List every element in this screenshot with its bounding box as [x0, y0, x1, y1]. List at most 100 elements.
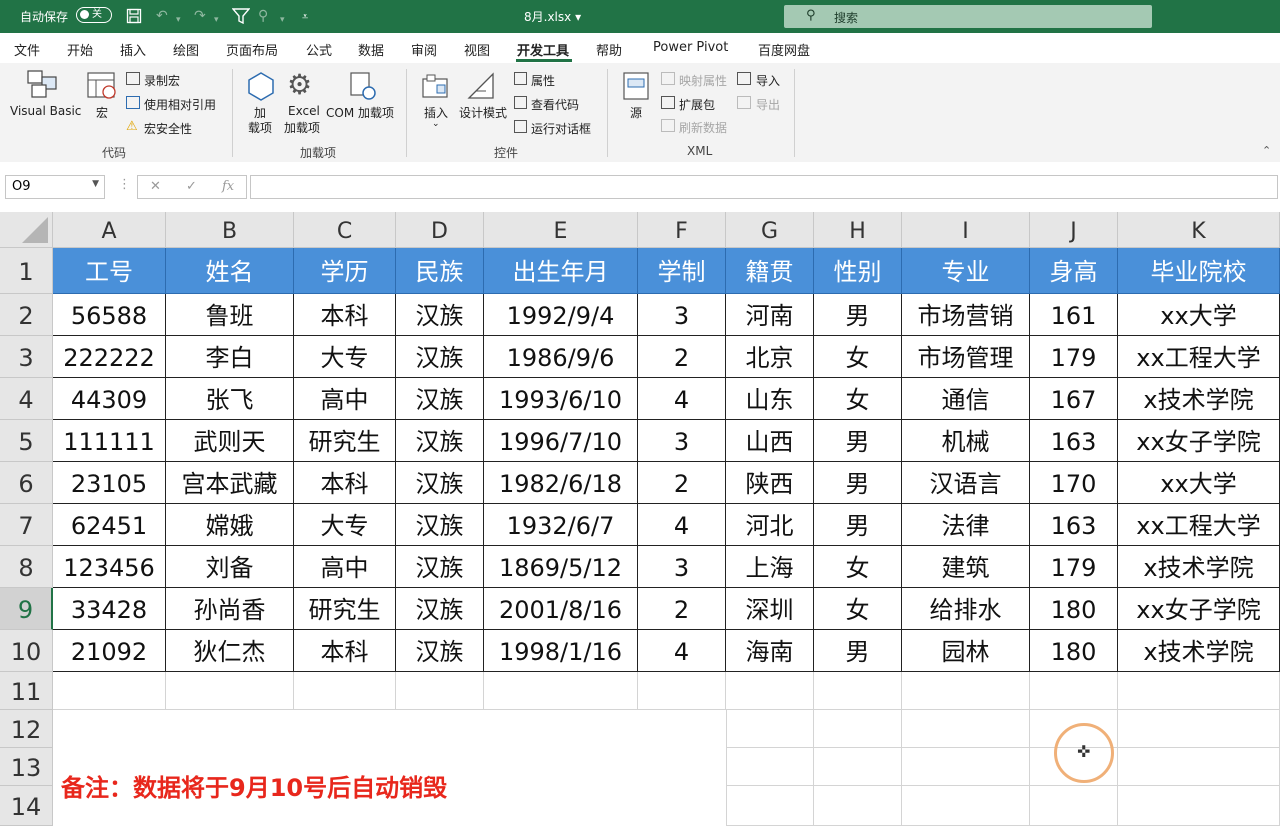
column-header-h[interactable]: H [814, 212, 902, 248]
column-header-i[interactable]: I [902, 212, 1030, 248]
row-header-4[interactable]: 4 [0, 378, 53, 420]
cell-f1[interactable]: 学制 [638, 248, 726, 294]
record-macro-button[interactable]: 录制宏 [144, 72, 180, 89]
row-header-3[interactable]: 3 [0, 336, 53, 378]
cell-k3[interactable]: xx工程大学 [1118, 336, 1280, 378]
cell-j10[interactable]: 180 [1030, 630, 1118, 672]
cell-g3[interactable]: 北京 [726, 336, 814, 378]
tab-draw[interactable]: 绘图 [173, 40, 199, 59]
row-header-1[interactable]: 1 [0, 248, 53, 294]
column-header-j[interactable]: J [1030, 212, 1118, 248]
row-header-6[interactable]: 6 [0, 462, 53, 504]
column-header-a[interactable]: A [53, 212, 166, 248]
cell-e6[interactable]: 1982/6/18 [484, 462, 638, 504]
cell-b8[interactable]: 刘备 [166, 546, 294, 588]
cell-h1[interactable]: 性别 [814, 248, 902, 294]
cell-d6[interactable]: 汉族 [396, 462, 484, 504]
run-dialog-button[interactable]: 运行对话框 [531, 120, 591, 137]
cell-h6[interactable]: 男 [814, 462, 902, 504]
cell-c11[interactable] [294, 672, 396, 710]
cell-d2[interactable]: 汉族 [396, 294, 484, 336]
cell-k10[interactable]: x技术学院 [1118, 630, 1280, 672]
note-cell[interactable]: 备注：数据将于9月10号后自动销毁 [53, 710, 727, 826]
cell-c9[interactable]: 研究生 [294, 588, 396, 630]
cell-c7[interactable]: 大专 [294, 504, 396, 546]
format-dropdown-icon[interactable]: ▾ [280, 12, 285, 28]
cell-h2[interactable]: 男 [814, 294, 902, 336]
tab-developer[interactable]: 开发工具 [517, 40, 569, 59]
cell-k4[interactable]: x技术学院 [1118, 378, 1280, 420]
cell-a1[interactable]: 工号 [53, 248, 166, 294]
cell-a5[interactable]: 111111 [53, 420, 166, 462]
column-header-g[interactable]: G [726, 212, 814, 248]
cell-h4[interactable]: 女 [814, 378, 902, 420]
cell-b6[interactable]: 宫本武藏 [166, 462, 294, 504]
cell-c2[interactable]: 本科 [294, 294, 396, 336]
cell-f6[interactable]: 2 [638, 462, 726, 504]
cell-a9[interactable]: 33428 [53, 588, 166, 630]
cell-a7[interactable]: 62451 [53, 504, 166, 546]
cell-b2[interactable]: 鲁班 [166, 294, 294, 336]
cell-f11[interactable] [638, 672, 726, 710]
cell-f5[interactable]: 3 [638, 420, 726, 462]
cell-j6[interactable]: 170 [1030, 462, 1118, 504]
cell-b11[interactable] [166, 672, 294, 710]
tab-view[interactable]: 视图 [464, 40, 490, 59]
cell-e4[interactable]: 1993/6/10 [484, 378, 638, 420]
cell-k6[interactable]: xx大学 [1118, 462, 1280, 504]
column-header-k[interactable]: K [1118, 212, 1280, 248]
cell-j11[interactable] [1030, 672, 1118, 710]
tab-page-layout[interactable]: 页面布局 [226, 40, 278, 59]
save-icon[interactable] [126, 8, 142, 28]
cell-e3[interactable]: 1986/9/6 [484, 336, 638, 378]
cell-j2[interactable]: 161 [1030, 294, 1118, 336]
row-header-12[interactable]: 12 [0, 710, 53, 748]
macros-button[interactable]: 宏 [96, 104, 108, 121]
cell-f3[interactable]: 2 [638, 336, 726, 378]
cell-k9[interactable]: xx女子学院 [1118, 588, 1280, 630]
insert-controls-dropdown-icon[interactable]: ⌄ [432, 119, 440, 129]
export-button[interactable]: 导出 [756, 96, 780, 113]
cell-i10[interactable]: 园林 [902, 630, 1030, 672]
cell-h12[interactable] [814, 710, 902, 748]
undo-dropdown-icon[interactable]: ▾ [176, 12, 181, 28]
cell-i2[interactable]: 市场营销 [902, 294, 1030, 336]
expansion-packs-button[interactable]: 扩展包 [679, 96, 715, 113]
cell-c5[interactable]: 研究生 [294, 420, 396, 462]
cell-j9[interactable]: 180 [1030, 588, 1118, 630]
cell-d5[interactable]: 汉族 [396, 420, 484, 462]
row-header-11[interactable]: 11 [0, 672, 53, 710]
cell-k11[interactable] [1118, 672, 1280, 710]
cell-a8[interactable]: 123456 [53, 546, 166, 588]
tab-review[interactable]: 审阅 [411, 40, 437, 59]
redo-icon[interactable]: ↷ [194, 8, 206, 24]
collapse-ribbon-icon[interactable]: ⌃ [1262, 144, 1271, 157]
undo-icon[interactable]: ↶ [156, 8, 168, 24]
relative-reference-button[interactable]: 使用相对引用 [144, 96, 216, 113]
cell-b7[interactable]: 嫦娥 [166, 504, 294, 546]
row-header-13[interactable]: 13 [0, 748, 53, 786]
cell-e8[interactable]: 1869/5/12 [484, 546, 638, 588]
cell-h7[interactable]: 男 [814, 504, 902, 546]
cell-i6[interactable]: 汉语言 [902, 462, 1030, 504]
formula-input[interactable] [250, 175, 1278, 199]
tab-power-pivot[interactable]: Power Pivot [653, 40, 728, 55]
cell-e11[interactable] [484, 672, 638, 710]
cell-g6[interactable]: 陕西 [726, 462, 814, 504]
cell-a11[interactable] [53, 672, 166, 710]
cell-i13[interactable] [902, 748, 1030, 786]
cell-k1[interactable]: 毕业院校 [1118, 248, 1280, 294]
file-name[interactable]: 8月.xlsx ▾ [524, 8, 581, 25]
cell-h8[interactable]: 女 [814, 546, 902, 588]
cell-i14[interactable] [902, 786, 1030, 826]
cell-h5[interactable]: 男 [814, 420, 902, 462]
column-header-c[interactable]: C [294, 212, 396, 248]
excel-addins-button[interactable]: Excel [288, 104, 320, 118]
cell-i7[interactable]: 法律 [902, 504, 1030, 546]
cell-h9[interactable]: 女 [814, 588, 902, 630]
cell-g10[interactable]: 海南 [726, 630, 814, 672]
cell-h11[interactable] [814, 672, 902, 710]
cell-i11[interactable] [902, 672, 1030, 710]
cell-c1[interactable]: 学历 [294, 248, 396, 294]
format-icon[interactable]: ⚲ [258, 8, 268, 24]
